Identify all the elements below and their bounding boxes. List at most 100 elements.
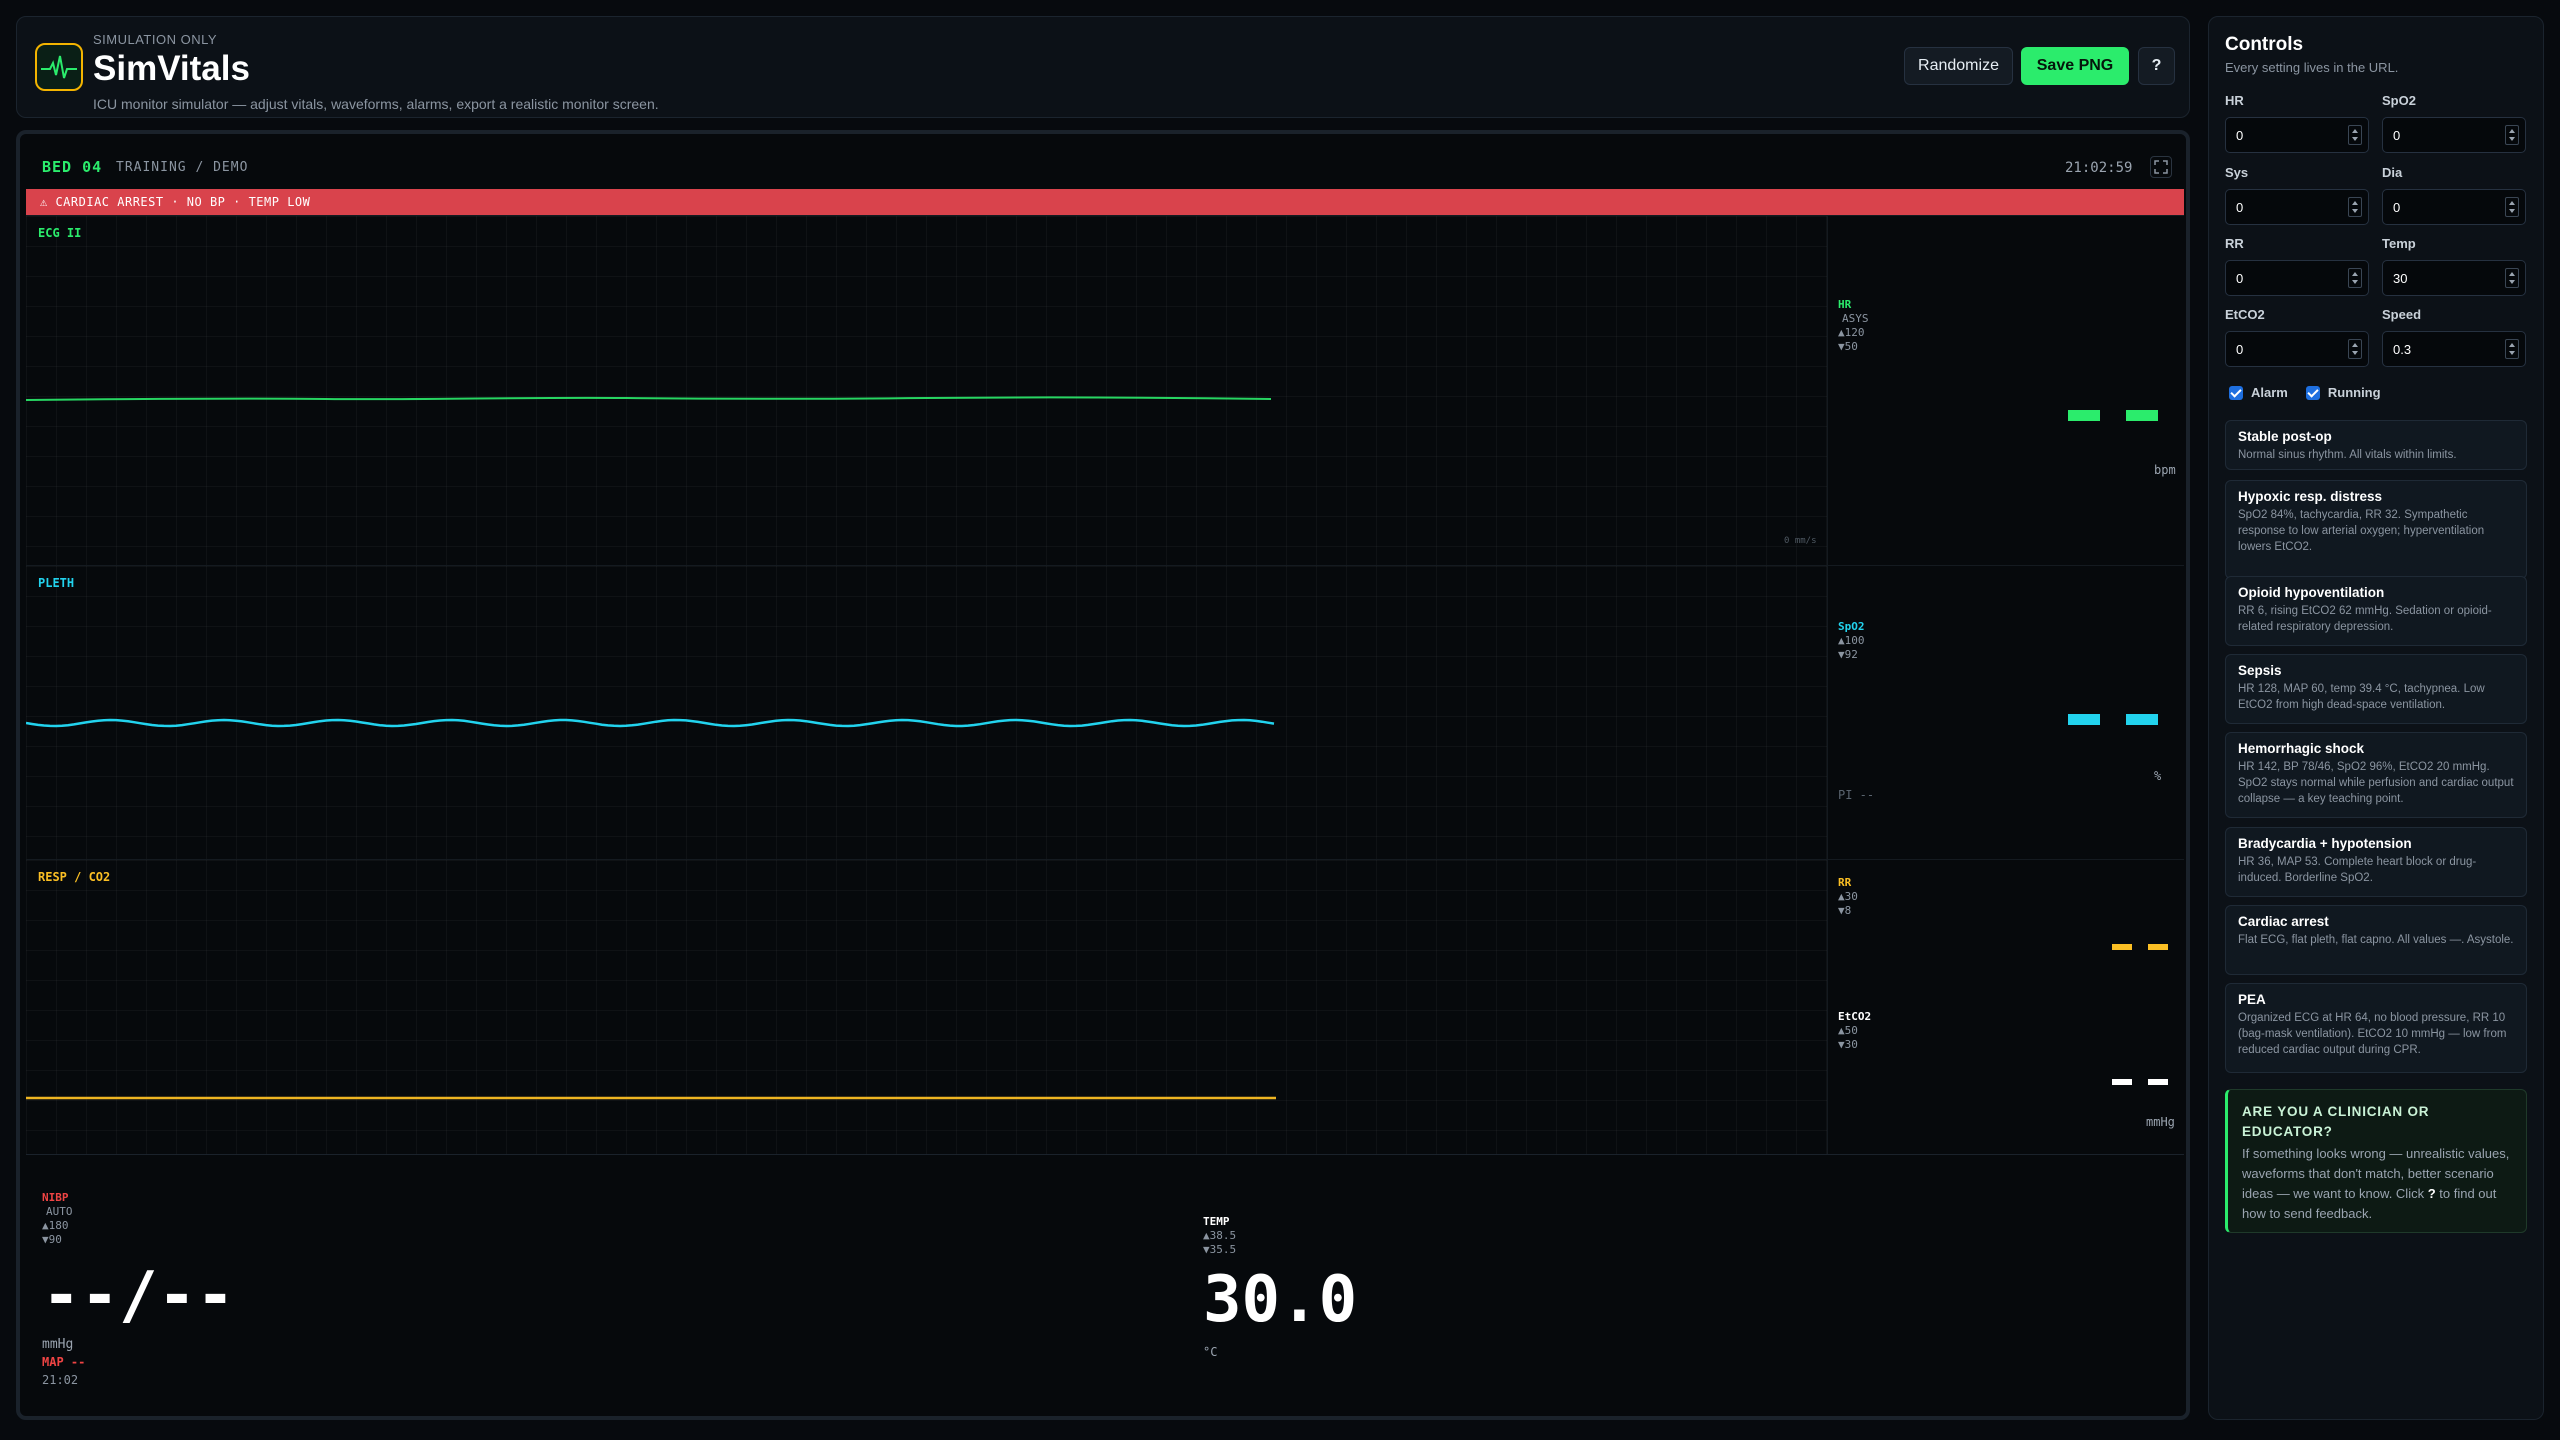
- hr-rhythm: ASYS: [1842, 312, 1869, 325]
- rr-value: [2112, 944, 2168, 950]
- temp-input-value: 30: [2393, 271, 2408, 286]
- scenario-desc: Organized ECG at HR 64, no blood pressur…: [2238, 1012, 2507, 1056]
- hr-value: [2068, 410, 2158, 421]
- feedback-text: If something looks wrong — unrealistic v…: [2242, 1146, 2510, 1221]
- scenario-card[interactable]: Cardiac arrest Flat ECG, flat pleth, fla…: [2225, 905, 2527, 975]
- hr-input-value: 0: [2236, 128, 2244, 143]
- hr-input[interactable]: 0: [2225, 117, 2369, 153]
- temp-value: 30.0: [1203, 1263, 1358, 1337]
- rr-field: RR 0: [2225, 236, 2369, 296]
- alarm-banner: ⚠ CARDIAC ARREST · NO BP · TEMP LOW: [26, 189, 2184, 215]
- rr-input-value: 0: [2236, 271, 2244, 286]
- spo2-input[interactable]: 0: [2382, 117, 2526, 153]
- rr-input[interactable]: 0: [2225, 260, 2369, 296]
- map-value: MAP --: [42, 1355, 86, 1369]
- dia-stepper-icon[interactable]: [2505, 197, 2519, 217]
- etco2-field-label: EtCO2: [2225, 307, 2265, 322]
- temp-parameter: TEMP ▲38.5 ▼35.5: [1203, 1215, 1236, 1257]
- temp-field: Temp 30: [2382, 236, 2526, 296]
- spo2-label: SpO2: [1838, 620, 1865, 633]
- controls-subtitle: Every setting lives in the URL.: [2225, 60, 2399, 75]
- scenario-card[interactable]: PEA Organized ECG at HR 64, no blood pre…: [2225, 983, 2527, 1073]
- ecg-lead-label: ECG II: [38, 226, 82, 240]
- spo2-field: SpO2 0: [2382, 93, 2526, 153]
- nibp-value: --/--: [42, 1259, 235, 1333]
- sys-stepper-icon[interactable]: [2348, 197, 2362, 217]
- temp-field-label: Temp: [2382, 236, 2416, 251]
- temp-stepper-icon[interactable]: [2505, 268, 2519, 288]
- hr-high-limit: ▲120: [1838, 326, 1865, 339]
- dia-field: Dia 0: [2382, 165, 2526, 225]
- randomize-button[interactable]: Randomize: [1904, 47, 2013, 85]
- save-png-button[interactable]: Save PNG: [2021, 47, 2129, 85]
- nibp-parameter: NIBP AUTO ▲180 ▼90: [42, 1191, 73, 1247]
- dia-input[interactable]: 0: [2382, 189, 2526, 225]
- scenario-desc: HR 36, MAP 53. Complete heart block or d…: [2238, 856, 2477, 884]
- alarm-checkbox[interactable]: [2229, 385, 2243, 400]
- resp-waveform-area: RESP / CO2: [26, 860, 1828, 1154]
- sys-field: Sys 0: [2225, 165, 2369, 225]
- scenario-name: Cardiac arrest: [2238, 914, 2329, 929]
- speed-field: Speed 0.3: [2382, 307, 2526, 367]
- etco2-field: EtCO2 0: [2225, 307, 2369, 367]
- scenario-card[interactable]: Hemorrhagic shock HR 142, BP 78/46, SpO2…: [2225, 732, 2527, 818]
- app-subtitle: ICU monitor simulator — adjust vitals, w…: [93, 96, 659, 112]
- speed-stepper-icon[interactable]: [2505, 339, 2519, 359]
- rr-label: RR: [1838, 876, 1852, 889]
- scenario-card[interactable]: Sepsis HR 128, MAP 60, temp 39.4 °C, tac…: [2225, 654, 2527, 724]
- temp-high-limit: ▲38.5: [1203, 1229, 1237, 1242]
- resp-label: RESP / CO2: [38, 870, 111, 884]
- running-checkbox[interactable]: [2305, 385, 2320, 400]
- capno-waveform: [26, 1096, 1276, 1100]
- temp-input[interactable]: 30: [2382, 260, 2526, 296]
- etco2-parameter: EtCO2 ▲50 ▼30: [1838, 1010, 1871, 1052]
- nibp-mode: AUTO: [46, 1205, 73, 1218]
- toggle-row: Alarm Running: [2229, 385, 2381, 400]
- pleth-waveform-area: PLETH: [26, 566, 1828, 859]
- help-button[interactable]: ?: [2138, 47, 2175, 85]
- hr-field-label: HR: [2225, 93, 2244, 108]
- sys-input[interactable]: 0: [2225, 189, 2369, 225]
- speed-input[interactable]: 0.3: [2382, 331, 2526, 367]
- scenario-card[interactable]: Stable post-op Normal sinus rhythm. All …: [2225, 420, 2527, 470]
- etco2-value: [2112, 1079, 2168, 1085]
- pleth-label: PLETH: [38, 576, 75, 590]
- feedback-callout: ARE YOU A CLINICIAN OR EDUCATOR? If some…: [2225, 1089, 2527, 1233]
- temp-low-limit: ▼35.5: [1203, 1243, 1237, 1256]
- scenario-desc: Flat ECG, flat pleth, flat capno. All va…: [2238, 934, 2514, 946]
- spo2-value: [2068, 714, 2158, 725]
- etco2-stepper-icon[interactable]: [2348, 339, 2362, 359]
- sys-input-value: 0: [2236, 200, 2244, 215]
- scenario-card[interactable]: Opioid hypoventilation RR 6, rising EtCO…: [2225, 576, 2527, 646]
- pleth-trace: [26, 718, 1275, 728]
- hr-stepper-icon[interactable]: [2348, 125, 2362, 145]
- etco2-label: EtCO2: [1838, 1010, 1872, 1023]
- etco2-high-limit: ▲50: [1838, 1024, 1858, 1037]
- app-logo-icon: [35, 43, 83, 91]
- spo2-stepper-icon[interactable]: [2505, 125, 2519, 145]
- rr-stepper-icon[interactable]: [2348, 268, 2362, 288]
- scenario-name: PEA: [2238, 992, 2266, 1007]
- speed-input-value: 0.3: [2393, 342, 2412, 357]
- fullscreen-icon[interactable]: [2150, 156, 2172, 178]
- scenario-name: Stable post-op: [2238, 429, 2332, 444]
- spo2-field-label: SpO2: [2382, 93, 2416, 108]
- etco2-unit: mmHg: [2146, 1115, 2175, 1129]
- scenario-card[interactable]: Bradycardia + hypotension HR 36, MAP 53.…: [2225, 827, 2527, 897]
- etco2-low-limit: ▼30: [1838, 1038, 1858, 1051]
- hr-parameter: HR ASYS ▲120 ▼50: [1838, 298, 1869, 354]
- etco2-input[interactable]: 0: [2225, 331, 2369, 367]
- running-toggle[interactable]: Running: [2305, 385, 2381, 400]
- scenario-desc: HR 128, MAP 60, temp 39.4 °C, tachypnea.…: [2238, 683, 2485, 711]
- scenario-desc: Normal sinus rhythm. All vitals within l…: [2238, 449, 2457, 461]
- app-header: SIMULATION ONLY SimVitals ICU monitor si…: [16, 16, 2190, 118]
- spo2-parameter: SpO2 ▲100 ▼92: [1838, 620, 1865, 662]
- alarm-toggle[interactable]: Alarm: [2229, 385, 2288, 400]
- alarm-toggle-label: Alarm: [2251, 385, 2288, 400]
- ecg-panel: ECG II 0 mm/s HR ASYS ▲120 ▼50 bpm: [26, 215, 2184, 565]
- mode-label: TRAINING / DEMO: [116, 160, 249, 175]
- scenario-card[interactable]: Hypoxic resp. distress SpO2 84%, tachyca…: [2225, 480, 2527, 579]
- feedback-help-key: ?: [2427, 1186, 2436, 1201]
- rr-parameter: RR ▲30 ▼8: [1838, 876, 1858, 918]
- rr-high-limit: ▲30: [1838, 890, 1858, 903]
